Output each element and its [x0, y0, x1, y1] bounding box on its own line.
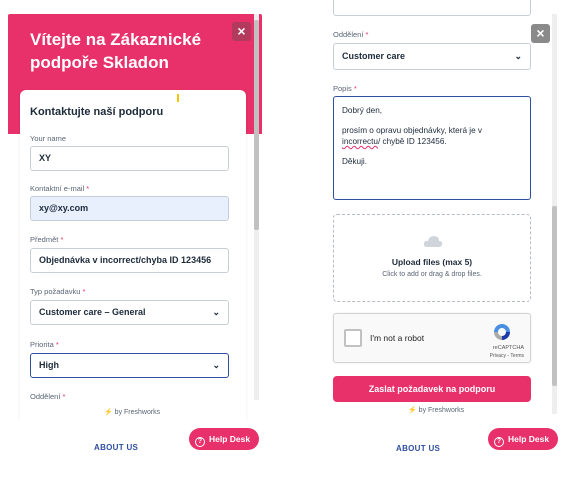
required-mark: * [55, 340, 59, 349]
help-icon: ? [195, 437, 205, 447]
priority-select[interactable]: High ⌄ [30, 353, 229, 378]
help-desk-label: Help Desk [508, 434, 550, 444]
required-mark: * [86, 184, 90, 193]
priority-value: High [39, 360, 59, 370]
subject-label-text: Předmět [30, 235, 59, 244]
help-desk-button[interactable]: ? Help Desk [189, 428, 260, 450]
widget-title: Vítejte na Zákaznické podpoře Skladon [30, 30, 202, 72]
recaptcha-logo-icon [494, 324, 510, 340]
about-us-link[interactable]: ABOUT US [396, 444, 440, 453]
contact-form-card: Kontaktujte naší podporu Your name XY Ko… [20, 90, 246, 420]
recaptcha-checkbox[interactable] [344, 329, 362, 347]
subject-input[interactable]: Objednávka v incorrect/chyba ID 123456 [30, 248, 229, 273]
misspelled-word: incorrectu [342, 137, 378, 146]
chevron-down-icon: ⌄ [212, 360, 220, 370]
request-type-label: Typ požadavku * [30, 287, 85, 296]
description-line-4: Děkuji. [342, 157, 368, 166]
description-textarea[interactable]: Dobrý den, prosím o opravu objednávky, k… [333, 96, 531, 200]
email-label-text: Kontaktní e-mail [30, 184, 85, 193]
required-mark: * [60, 235, 64, 244]
description-line-3: incorrectu/ chybě ID 123456. [342, 136, 522, 147]
description-label: Popis * [333, 84, 357, 93]
submit-request-button[interactable]: Zaslat požadavek na podporu [333, 376, 531, 402]
department-label-text: Oddělení [333, 30, 364, 39]
recaptcha-widget: I'm not a robot reCAPTCHA Privacy - Term… [333, 313, 531, 363]
left-scrollbar-thumb[interactable] [254, 20, 259, 230]
help-icon: ? [494, 437, 504, 447]
department-label-text: Oddělení [30, 392, 61, 401]
description-line-1: Dobrý den, [342, 106, 383, 115]
department-value: Customer care [342, 51, 406, 61]
required-mark: * [82, 287, 86, 296]
description-line-2: prosím o opravu objednávky, která je v [342, 126, 483, 135]
support-widget-left: Vítejte na Zákaznické podpoře Skladon × … [8, 14, 262, 420]
recaptcha-brand: reCAPTCHA [492, 345, 524, 351]
powered-by: ⚡ by Freshworks [408, 406, 464, 414]
required-mark: * [62, 392, 66, 401]
bolt-icon: ⚡ [104, 409, 113, 416]
name-label-text: Your name [30, 134, 66, 143]
powered-by-text: by Freshworks [418, 407, 465, 414]
powered-by-text: by Freshworks [114, 409, 161, 416]
name-label: Your name [30, 134, 66, 143]
chevron-down-icon: ⌄ [514, 51, 522, 61]
request-type-label-text: Typ požadavku [30, 287, 81, 296]
name-input[interactable]: XY [30, 146, 229, 171]
bolt-icon: ⚡ [408, 407, 417, 414]
chevron-down-icon: ⌄ [212, 307, 220, 317]
department-label: Oddělení * [333, 30, 368, 39]
recaptcha-label: I'm not a robot [370, 333, 425, 343]
description-label-text: Popis [333, 84, 352, 93]
recaptcha-terms-link[interactable]: Privacy - Terms [490, 353, 524, 359]
email-input[interactable]: xy@xy.com [30, 196, 229, 221]
email-label: Kontaktní e-mail * [30, 184, 89, 193]
right-scrollbar-thumb[interactable] [552, 206, 557, 386]
subject-label: Předmět * [30, 235, 63, 244]
help-desk-label: Help Desk [209, 434, 251, 444]
form-heading: Kontaktujte naší podporu [30, 106, 164, 118]
previous-field-partial[interactable] [333, 0, 531, 16]
priority-label-text: Priorita [30, 340, 54, 349]
required-mark: * [365, 30, 369, 39]
help-desk-button[interactable]: ? Help Desk [488, 428, 559, 450]
close-icon[interactable]: × [232, 22, 251, 41]
upload-title: Upload files (max 5) [391, 257, 473, 267]
powered-by: ⚡ by Freshworks [104, 408, 160, 416]
department-select[interactable]: Customer care ⌄ [333, 43, 531, 70]
support-widget-right: Oddělení * Customer care ⌄ Popis * Dobrý… [313, 0, 562, 420]
about-us-link[interactable]: ABOUT US [94, 443, 138, 452]
cloud-upload-icon [423, 236, 443, 247]
request-type-select[interactable]: Customer care – General ⌄ [30, 300, 229, 325]
department-label: Oddělení * [30, 392, 65, 401]
text-cursor-marker [177, 94, 179, 102]
file-upload-dropzone[interactable]: Upload files (max 5) Click to add or dra… [333, 214, 531, 302]
priority-label: Priorita * [30, 340, 59, 349]
description-line-3-rest: / chybě ID 123456. [377, 137, 447, 146]
required-mark: * [353, 84, 357, 93]
close-icon[interactable]: × [531, 24, 550, 43]
request-type-value: Customer care – General [39, 307, 146, 317]
upload-subtitle: Click to add or drag & drop files. [382, 271, 482, 278]
